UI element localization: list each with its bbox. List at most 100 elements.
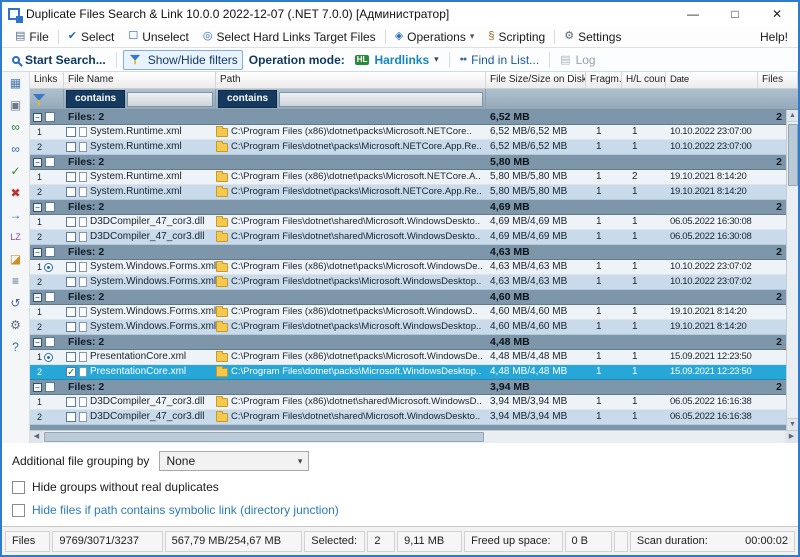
group-header-row[interactable]: − Files: 2 4,48 MB 2: [30, 335, 798, 350]
column-header-file-name[interactable]: File Name: [64, 72, 216, 88]
vertical-scrollbar-thumb[interactable]: [788, 124, 798, 186]
file-row[interactable]: 2 System.Windows.Forms.xml C:\Program Fi…: [30, 275, 798, 290]
group-header-row[interactable]: − Files: 2 3,94 MB 2: [30, 380, 798, 395]
menu-item-unselect[interactable]: ☐ Unselect: [121, 26, 196, 47]
horizontal-scrollbar[interactable]: ◀ ▶: [30, 430, 798, 443]
row-checkbox[interactable]: [66, 217, 76, 227]
file-row[interactable]: 1 System.Windows.Forms.xml C:\Program Fi…: [30, 260, 798, 275]
scroll-left-icon[interactable]: ◀: [30, 431, 43, 443]
group-header-row[interactable]: − Files: 2 4,63 MB 2: [30, 245, 798, 260]
collapse-icon[interactable]: −: [33, 338, 42, 347]
row-checkbox[interactable]: [66, 352, 76, 362]
column-header-path[interactable]: Path: [216, 72, 486, 88]
minimize-button[interactable]: —: [672, 2, 714, 26]
file-row[interactable]: 1 System.Windows.Forms.xml C:\Program Fi…: [30, 305, 798, 320]
filename-filter-input[interactable]: [127, 92, 213, 107]
column-header-h-l-count[interactable]: H/L count: [622, 72, 666, 88]
row-checkbox[interactable]: [66, 127, 76, 137]
group-checkbox[interactable]: [45, 112, 55, 122]
file-row[interactable]: 2 System.Runtime.xml C:\Program Files\do…: [30, 185, 798, 200]
hide-symlink-checkbox[interactable]: [12, 504, 25, 517]
delete-files-icon[interactable]: ✖: [6, 185, 26, 201]
file-row[interactable]: 1 System.Runtime.xml C:\Program Files (x…: [30, 125, 798, 140]
close-button[interactable]: ✕: [756, 2, 798, 26]
row-checkbox[interactable]: [66, 172, 76, 182]
log-button[interactable]: ▤ Log: [556, 51, 599, 69]
file-row[interactable]: 2 PresentationCore.xml C:\Program Files\…: [30, 365, 798, 380]
grouping-select[interactable]: None ▾: [159, 451, 309, 471]
column-header-file-size-size-on-disk[interactable]: File Size/Size on Disk: [486, 72, 586, 88]
operation-mode-select[interactable]: HL Hardlinks ▾: [351, 51, 443, 69]
group-header-row[interactable]: − Files: 2 5,80 MB 2: [30, 155, 798, 170]
row-checkbox[interactable]: [66, 277, 76, 287]
report-icon[interactable]: ≡: [6, 273, 26, 289]
file-row[interactable]: 1 D3DCompiler_47_cor3.dll C:\Program Fil…: [30, 215, 798, 230]
tools-icon[interactable]: ⚙: [6, 317, 26, 333]
undo-icon[interactable]: ↺: [6, 295, 26, 311]
create-hardlink-icon[interactable]: ∞: [6, 119, 26, 135]
results-grid-icon[interactable]: ▦: [6, 75, 26, 91]
row-checkbox[interactable]: [66, 262, 76, 272]
collapse-icon[interactable]: −: [33, 293, 42, 302]
group-checkbox[interactable]: [45, 157, 55, 167]
copy-list-icon[interactable]: ▣: [6, 97, 26, 113]
hardlink-source-radio-icon[interactable]: [44, 353, 53, 362]
row-checkbox[interactable]: [66, 232, 76, 242]
verify-links-icon[interactable]: ✓: [6, 163, 26, 179]
file-row[interactable]: 2 System.Windows.Forms.xml C:\Program Fi…: [30, 320, 798, 335]
file-row[interactable]: 1 PresentationCore.xml C:\Program Files …: [30, 350, 798, 365]
open-folder-icon[interactable]: ◪: [6, 251, 26, 267]
path-filter-operator[interactable]: contains: [218, 90, 277, 108]
column-header-links[interactable]: Links: [30, 72, 64, 88]
scroll-down-icon[interactable]: ▼: [787, 418, 799, 430]
collapse-icon[interactable]: −: [33, 203, 42, 212]
file-row[interactable]: 2 System.Runtime.xml C:\Program Files\do…: [30, 140, 798, 155]
collapse-icon[interactable]: −: [33, 113, 42, 122]
scroll-up-icon[interactable]: ▲: [787, 110, 799, 122]
row-checkbox[interactable]: [66, 142, 76, 152]
maximize-button[interactable]: □: [714, 2, 756, 26]
menu-item-file[interactable]: ▤ File: [8, 26, 56, 47]
group-header-row[interactable]: − Files: 2 4,60 MB 2: [30, 290, 798, 305]
menu-item-settings[interactable]: ⚙ Settings: [557, 26, 628, 47]
path-filter-input[interactable]: [279, 92, 483, 107]
file-row[interactable]: 1 D3DCompiler_47_cor3.dll C:\Program Fil…: [30, 395, 798, 410]
scroll-right-icon[interactable]: ▶: [785, 431, 798, 443]
file-row[interactable]: 2 D3DCompiler_47_cor3.dll C:\Program Fil…: [30, 230, 798, 245]
menu-item-select-hard-links-target-files[interactable]: ◎ Select Hard Links Target Files: [196, 26, 383, 47]
group-checkbox[interactable]: [45, 337, 55, 347]
collapse-icon[interactable]: −: [33, 383, 42, 392]
collapse-icon[interactable]: −: [33, 248, 42, 257]
menu-item-select[interactable]: ✔ Select: [61, 26, 122, 47]
file-row[interactable]: 2 D3DCompiler_47_cor3.dll C:\Program Fil…: [30, 410, 798, 425]
vertical-scrollbar[interactable]: ▲ ▼: [786, 110, 798, 430]
show-hide-filters-button[interactable]: Show/Hide filters: [123, 50, 243, 70]
help-side-icon[interactable]: ?: [6, 339, 26, 355]
group-checkbox[interactable]: [45, 382, 55, 392]
menu-item-help[interactable]: Help!: [756, 30, 792, 44]
column-header-fragm[interactable]: Fragm.: [586, 72, 622, 88]
hide-groups-checkbox[interactable]: [12, 481, 25, 494]
horizontal-scrollbar-thumb[interactable]: [44, 432, 484, 442]
group-header-row[interactable]: − Files: 2 6,52 MB 2: [30, 110, 798, 125]
row-checkbox[interactable]: [66, 307, 76, 317]
row-checkbox[interactable]: [66, 397, 76, 407]
menu-item-operations[interactable]: ◈ Operations ▾: [388, 26, 482, 47]
group-checkbox[interactable]: [45, 292, 55, 302]
create-symlink-icon[interactable]: ∞: [6, 141, 26, 157]
find-in-list-button[interactable]: ●● Find in List...: [456, 51, 544, 69]
row-checkbox[interactable]: [66, 412, 76, 422]
collapse-icon[interactable]: −: [33, 158, 42, 167]
start-search-button[interactable]: Start Search...: [8, 51, 110, 69]
file-row[interactable]: 1 System.Runtime.xml C:\Program Files (x…: [30, 170, 798, 185]
compress-lz-icon[interactable]: LZ: [6, 229, 26, 245]
row-checkbox[interactable]: [66, 367, 76, 377]
row-checkbox[interactable]: [66, 322, 76, 332]
group-checkbox[interactable]: [45, 247, 55, 257]
column-header-files[interactable]: Files: [758, 72, 798, 88]
move-files-icon[interactable]: →: [6, 207, 26, 223]
row-checkbox[interactable]: [66, 187, 76, 197]
group-header-row[interactable]: − Files: 2 4,69 MB 2: [30, 200, 798, 215]
menu-item-scripting[interactable]: § Scripting: [481, 26, 552, 47]
filename-filter-operator[interactable]: contains: [66, 90, 125, 108]
